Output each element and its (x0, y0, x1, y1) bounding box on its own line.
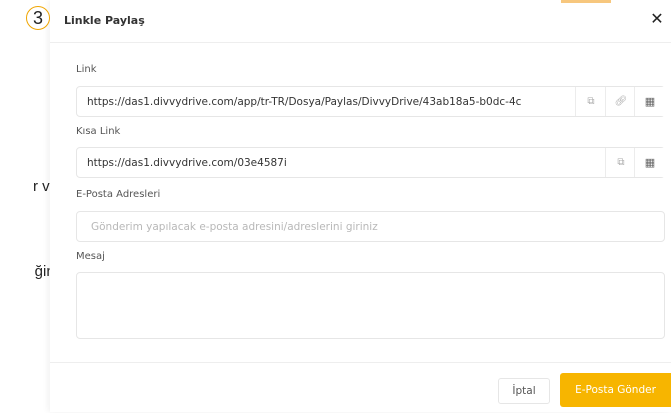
cancel-button[interactable]: İptal (498, 378, 550, 404)
link-value[interactable]: https://das1.divvydrive.com/app/tr-TR/Do… (87, 96, 565, 108)
modal-footer: İptal E-Posta Gönder (50, 362, 671, 413)
short-link-field[interactable]: https://das1.divvydrive.com/03e4587i ⧉ ▦ (76, 147, 665, 178)
copy-icon[interactable]: ⧉ (605, 148, 636, 177)
send-email-button[interactable]: E-Posta Gönder (560, 373, 671, 407)
qr-code-icon[interactable]: ▦ (634, 148, 665, 177)
copy-icon[interactable]: ⧉ (575, 87, 606, 116)
link-icon[interactable]: 🔗︎ (605, 87, 636, 116)
email-input[interactable]: Gönderim yapılacak e-posta adresini/adre… (76, 211, 665, 242)
short-link-value[interactable]: https://das1.divvydrive.com/03e4587i (87, 157, 567, 169)
qr-code-icon[interactable]: ▦ (634, 87, 665, 116)
message-label: Mesaj (76, 251, 105, 262)
emails-label: E-Posta Adresleri (76, 189, 161, 200)
modal-header: Linkle Paylaş ✕ (50, 0, 671, 43)
link-label: Link (76, 64, 97, 75)
close-icon[interactable]: ✕ (648, 10, 666, 28)
modal-title: Linkle Paylaş (64, 14, 145, 27)
email-input-placeholder: Gönderim yapılacak e-posta adresini/adre… (91, 221, 378, 233)
short-link-label: Kısa Link (76, 126, 121, 137)
message-textarea[interactable] (76, 272, 665, 339)
step-badge: 3 (26, 6, 50, 30)
link-field[interactable]: https://das1.divvydrive.com/app/tr-TR/Do… (76, 86, 665, 117)
share-link-modal: Linkle Paylaş ✕ Link https://das1.divvyd… (50, 0, 671, 412)
